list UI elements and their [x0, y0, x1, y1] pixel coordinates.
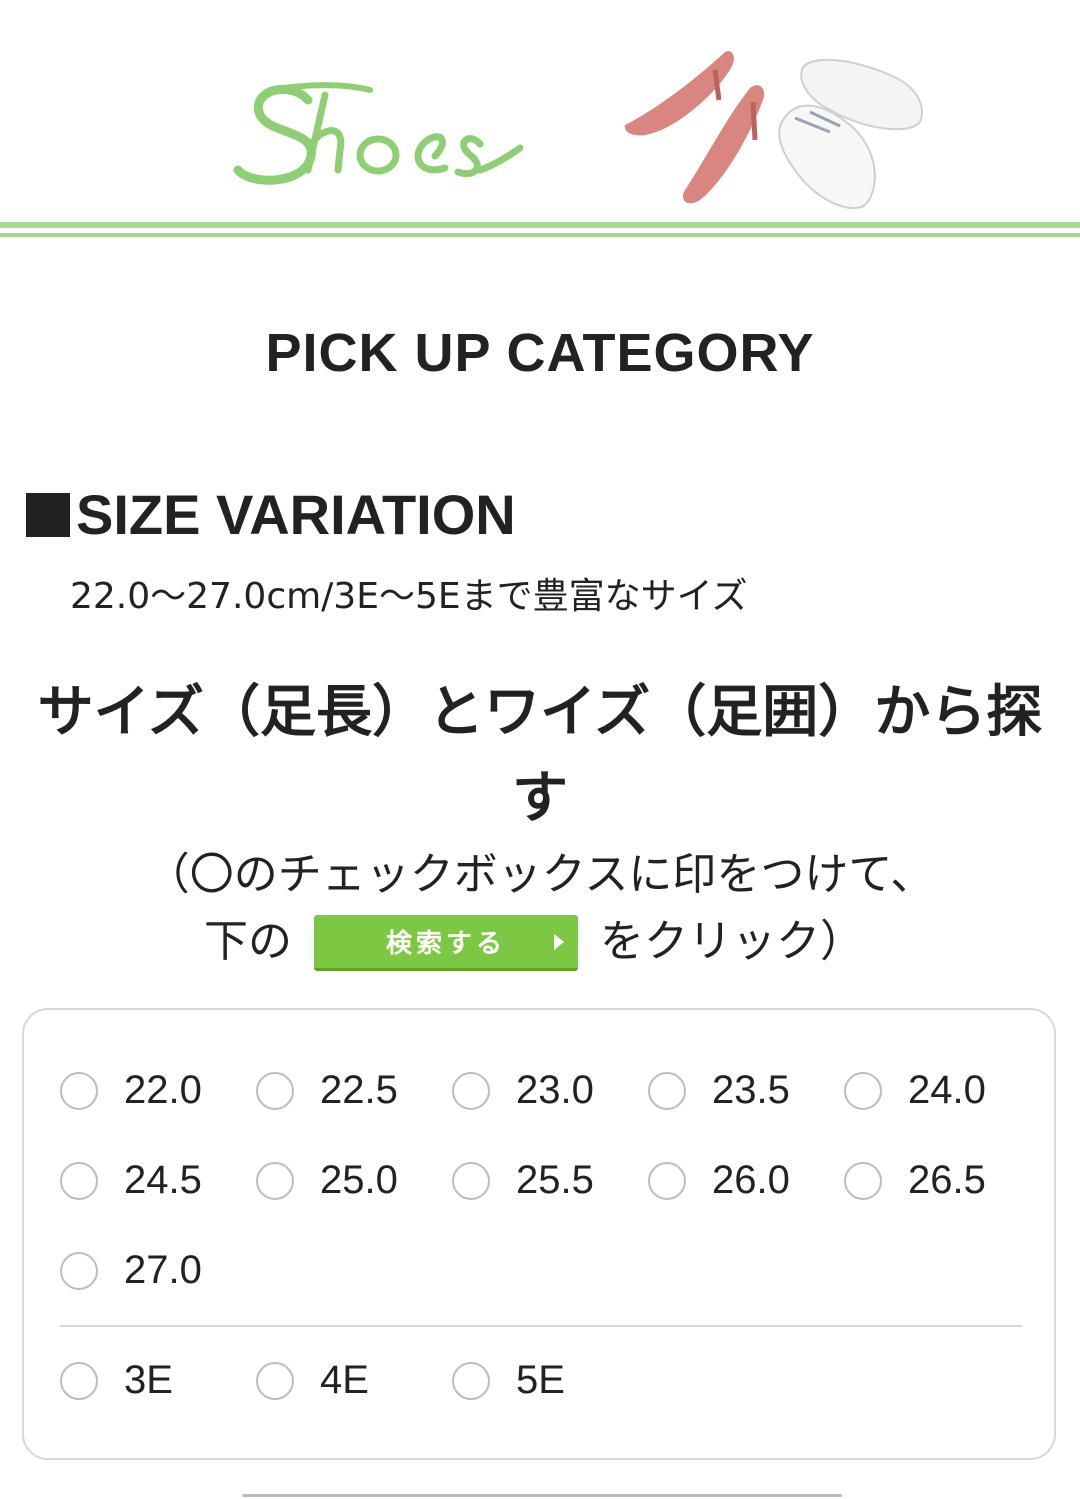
square-bullet-icon — [26, 492, 70, 537]
size-filter-panel: 22.0 22.5 23.0 23.5 24.0 24.5 25.0 25.5 … — [22, 1008, 1056, 1460]
width-option[interactable]: 3E — [60, 1358, 173, 1403]
width-option-label: 5E — [516, 1358, 565, 1402]
radio-button[interactable] — [844, 1161, 882, 1200]
instruction-line-1: （〇のチェックボックスに印をつけて、 — [145, 849, 935, 900]
size-option[interactable]: 22.0 — [60, 1068, 202, 1113]
options-divider — [60, 1325, 1022, 1327]
size-option-label: 26.5 — [908, 1158, 986, 1202]
size-option-label: 25.0 — [320, 1158, 398, 1202]
size-option[interactable]: 27.0 — [60, 1248, 202, 1293]
width-option-label: 4E — [320, 1358, 369, 1402]
instruction-line-2: 下の 検索する をクリック） — [0, 905, 1080, 975]
size-search-heading: サイズ（足長）とワイズ（足囲）から探す — [37, 680, 1043, 831]
header-rule-bottom — [0, 233, 1080, 237]
size-option[interactable]: 26.5 — [844, 1158, 986, 1203]
size-option-label: 24.5 — [124, 1158, 202, 1202]
size-option-label: 23.0 — [516, 1068, 594, 1112]
play-arrow-icon — [554, 934, 564, 950]
size-option[interactable]: 22.5 — [256, 1068, 398, 1113]
radio-button[interactable] — [60, 1251, 98, 1290]
size-variation-title: SIZE VARIATION — [76, 483, 516, 546]
radio-button[interactable] — [256, 1161, 294, 1200]
shoes-image[interactable] — [615, 40, 935, 220]
radio-button[interactable] — [256, 1361, 294, 1400]
size-variation-description: 22.0〜27.0cm/3E〜5Eまで豊富なサイズ — [70, 576, 748, 617]
search-button-image: 検索する — [314, 915, 578, 971]
radio-button[interactable] — [844, 1071, 882, 1110]
next-section-edge — [242, 1494, 842, 1497]
radio-button[interactable] — [452, 1161, 490, 1200]
header-rule-top — [0, 222, 1080, 228]
width-option[interactable]: 5E — [452, 1358, 565, 1403]
size-option[interactable]: 23.5 — [648, 1068, 790, 1113]
radio-button[interactable] — [452, 1071, 490, 1110]
size-option-label: 27.0 — [124, 1248, 202, 1292]
size-option-label: 24.0 — [908, 1068, 986, 1112]
width-option[interactable]: 4E — [256, 1358, 369, 1403]
size-option[interactable]: 26.0 — [648, 1158, 790, 1203]
size-variation-heading: SIZE VARIATION — [26, 482, 516, 547]
size-option-label: 22.0 — [124, 1068, 202, 1112]
instruction-post-text: をクリック） — [600, 916, 864, 967]
size-option[interactable]: 24.5 — [60, 1158, 202, 1203]
radio-button[interactable] — [648, 1161, 686, 1200]
size-option-label: 22.5 — [320, 1068, 398, 1112]
size-option-label: 23.5 — [712, 1068, 790, 1112]
radio-button[interactable] — [648, 1071, 686, 1110]
size-option[interactable]: 25.0 — [256, 1158, 398, 1203]
width-option-label: 3E — [124, 1358, 173, 1402]
size-option[interactable]: 24.0 — [844, 1068, 986, 1113]
size-option-label: 26.0 — [712, 1158, 790, 1202]
search-button-label: 検索する — [385, 929, 506, 959]
pickup-category-title: PICK UP CATEGORY — [265, 323, 815, 383]
size-option[interactable]: 23.0 — [452, 1068, 594, 1113]
radio-button[interactable] — [452, 1361, 490, 1400]
site-header — [0, 0, 1080, 240]
shoes-logo[interactable] — [230, 60, 530, 200]
radio-button[interactable] — [60, 1361, 98, 1400]
size-option-label: 25.5 — [516, 1158, 594, 1202]
size-option[interactable]: 25.5 — [452, 1158, 594, 1203]
radio-button[interactable] — [60, 1161, 98, 1200]
instruction-pre-text: 下の — [204, 916, 292, 967]
radio-button[interactable] — [256, 1071, 294, 1110]
radio-button[interactable] — [60, 1071, 98, 1110]
